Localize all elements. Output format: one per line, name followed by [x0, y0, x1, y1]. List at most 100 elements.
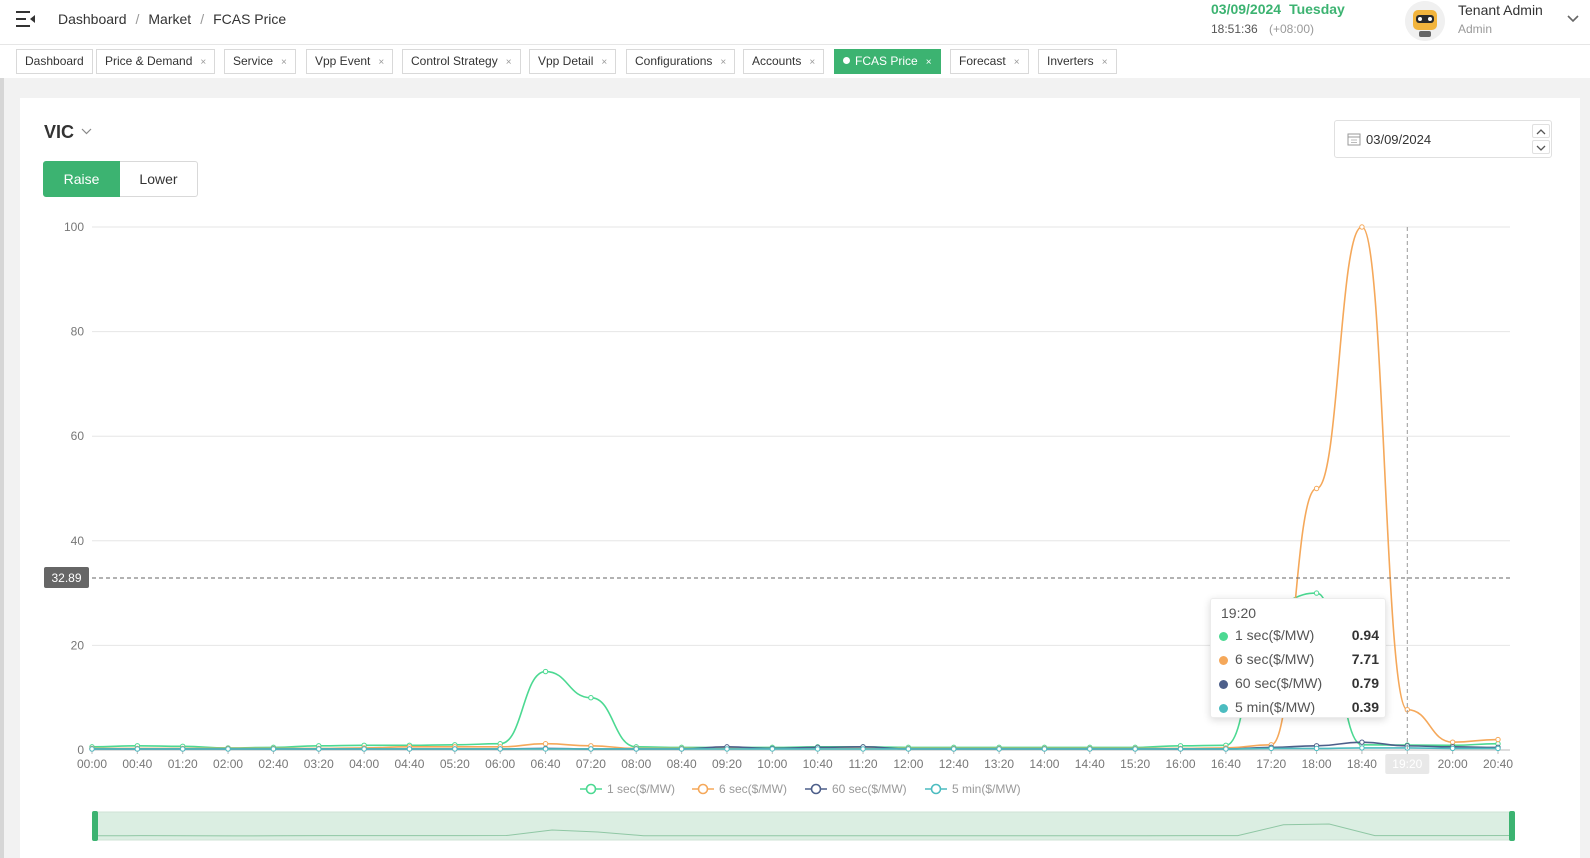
tooltip-time: 19:20: [1221, 605, 1257, 621]
data-point: [1359, 224, 1365, 230]
zoom-handle-right[interactable]: [1509, 811, 1515, 841]
close-icon[interactable]: ×: [378, 57, 384, 68]
tabs-bar: Dashboard Price & Demand × Service × Vpp E…: [0, 44, 1590, 78]
tab-vpp-event[interactable]: Vpp Event ×: [306, 49, 394, 74]
user-name[interactable]: Tenant Admin: [1458, 2, 1543, 18]
tooltip-label: 1 sec($/MW): [1235, 627, 1315, 643]
close-icon[interactable]: ×: [1014, 57, 1020, 68]
data-point: [951, 746, 957, 752]
x-tick-label: 14:00: [1029, 757, 1059, 771]
x-tick-label: 00:00: [77, 757, 107, 771]
x-tick-label: 18:00: [1302, 757, 1332, 771]
tab-vpp-detail[interactable]: Vpp Detail ×: [529, 49, 617, 74]
tab-inverters[interactable]: Inverters ×: [1038, 49, 1117, 74]
menu-fold-icon[interactable]: [16, 10, 36, 28]
tab-accounts[interactable]: Accounts ×: [743, 49, 825, 74]
data-point: [89, 746, 95, 752]
close-icon[interactable]: ×: [281, 57, 287, 68]
x-tick-label: 08:40: [667, 757, 697, 771]
tab-label: Inverters: [1047, 54, 1094, 68]
breadcrumb-item-dashboard[interactable]: Dashboard: [58, 11, 127, 27]
x-tick-label: 20:40: [1483, 757, 1513, 771]
data-point: [678, 746, 685, 752]
x-tick-label: 00:40: [122, 757, 152, 771]
close-icon[interactable]: ×: [1102, 57, 1108, 68]
x-tick-label: 18:40: [1347, 757, 1377, 771]
tab-label: FCAS Price: [855, 54, 918, 68]
data-point: [1087, 746, 1093, 752]
data-point: [225, 746, 231, 752]
breadcrumb: Dashboard / Market / FCAS Price: [58, 11, 286, 27]
breadcrumb-item-market[interactable]: Market: [148, 11, 191, 27]
x-tick-label: 12:40: [939, 757, 969, 771]
legend-marker-icon: [810, 783, 822, 795]
data-point: [406, 746, 413, 752]
data-point: [180, 746, 186, 752]
x-tick-label: 10:00: [757, 757, 787, 771]
x-axis: 00:00 00:40 01:20 02:00 02:40 03:20 04:00 04:40…: [77, 750, 1513, 774]
y-tick-label: 100: [64, 220, 84, 234]
top-bar: Dashboard / Market / FCAS Price 03/09/2024 Tu…: [0, 0, 1590, 44]
close-icon[interactable]: ×: [200, 57, 206, 68]
x-tick-label: 02:00: [213, 757, 243, 771]
y-tick-label: 60: [71, 429, 85, 443]
tab-label: Vpp Detail: [538, 54, 594, 68]
tooltip-label: 60 sec($/MW): [1235, 675, 1323, 691]
tab-price-demand[interactable]: Price & Demand ×: [96, 49, 216, 74]
data-point: [542, 668, 549, 675]
zoom-handle-left[interactable]: [92, 811, 98, 841]
close-icon[interactable]: ×: [809, 57, 815, 68]
tooltip-label: 5 min($/MW): [1235, 699, 1316, 715]
x-tick-label: 06:40: [531, 757, 561, 771]
tab-fcas-price[interactable]: FCAS Price ×: [834, 49, 941, 74]
datetime-display: 03/09/2024 Tuesday 18:51:36 (+08:00): [1211, 1, 1345, 36]
tab-dashboard[interactable]: Dashboard: [16, 49, 93, 74]
x-tick-label: 04:40: [394, 757, 424, 771]
tab-forecast[interactable]: Forecast ×: [950, 49, 1029, 74]
series-dot-icon: [1219, 704, 1228, 713]
tab-label: Control Strategy: [411, 54, 498, 68]
tab-label: Accounts: [752, 54, 802, 68]
data-point: [1268, 745, 1274, 752]
data-point: [134, 746, 141, 752]
breadcrumb-separator: /: [135, 11, 140, 27]
data-point: [1449, 739, 1456, 745]
tab-control-strategy[interactable]: Control Strategy ×: [402, 49, 521, 74]
breadcrumb-separator: /: [200, 11, 205, 27]
x-tick-label: 19:20: [1392, 757, 1422, 771]
x-tick-label: 13:20: [984, 757, 1014, 771]
legend-item: 60 sec($/MW): [832, 782, 907, 796]
x-tick-label: 16:00: [1166, 757, 1196, 771]
x-tick-label: 10:40: [803, 757, 833, 771]
data-point: [1177, 746, 1184, 752]
fcas-price-chart[interactable]: 0 20 40 60 80 100 00:00 00:40 01:20 02:00 02:40 03…: [0, 78, 1590, 858]
close-icon[interactable]: ×: [601, 57, 607, 68]
tab-configurations[interactable]: Configurations ×: [626, 49, 736, 74]
chevron-down-icon[interactable]: [1566, 12, 1580, 26]
series-dot-icon: [1219, 656, 1228, 665]
x-tick-label: 17:20: [1256, 757, 1286, 771]
tab-service[interactable]: Service ×: [224, 49, 296, 74]
avatar[interactable]: [1405, 1, 1445, 41]
current-time: 18:51:36: [1211, 22, 1258, 36]
x-tick-label: 07:20: [576, 757, 606, 771]
data-point: [1223, 746, 1229, 752]
active-dot-icon: [843, 57, 850, 64]
tooltip-value: 7.71: [1351, 651, 1379, 667]
legend-marker-icon: [585, 783, 597, 795]
y-tick-label: 20: [71, 638, 85, 652]
tab-label: Forecast: [959, 54, 1006, 68]
tab-label: Vpp Event: [315, 54, 371, 68]
data-point: [1132, 746, 1138, 752]
x-tick-label: 08:00: [621, 757, 651, 771]
legend-item: 6 sec($/MW): [719, 782, 787, 796]
close-icon[interactable]: ×: [926, 57, 932, 68]
y-tick-label: 0: [77, 743, 84, 757]
tab-label: Service: [233, 54, 274, 68]
data-point: [316, 746, 322, 752]
data-point: [905, 746, 912, 752]
legend-item: 5 min($/MW): [952, 782, 1021, 796]
close-icon[interactable]: ×: [506, 57, 512, 68]
close-icon[interactable]: ×: [720, 57, 726, 68]
series-dot-icon: [1219, 632, 1228, 641]
